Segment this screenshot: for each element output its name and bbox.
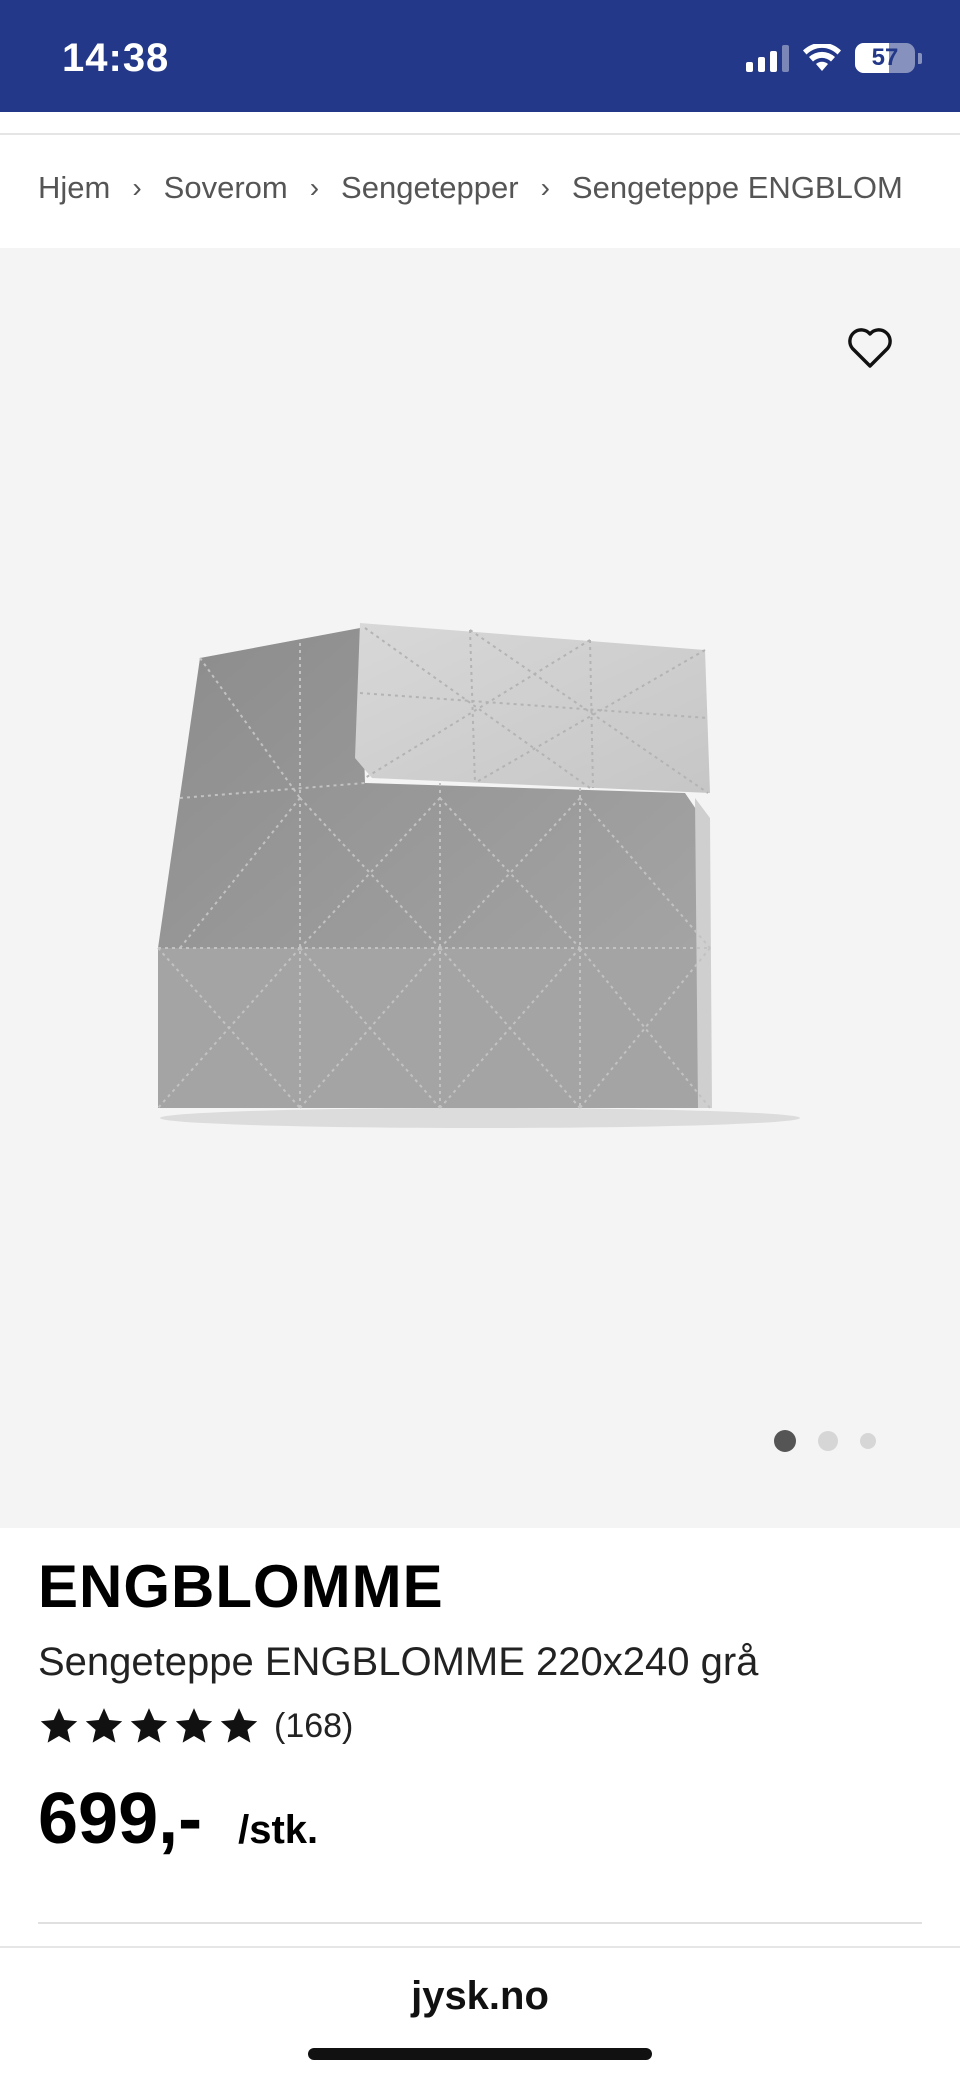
carousel-dot[interactable] [860,1433,876,1449]
url-text[interactable]: jysk.no [0,1974,960,2019]
browser-url-bar[interactable]: jysk.no [0,1946,960,2079]
product-rating[interactable]: (168) [38,1705,353,1747]
carousel-dot[interactable] [818,1431,838,1451]
battery-level: 57 [871,44,899,71]
battery-icon: 57 [855,43,915,73]
rating-stars [38,1705,260,1747]
price-unit: /stk. [238,1808,319,1852]
breadcrumb: Hjem › Soverom › Sengetepper › Sengetepp… [38,170,903,206]
chevron-right-icon: › [132,172,142,203]
product-brand: ENGBLOMME [38,1553,444,1620]
star-icon [40,1708,78,1743]
rating-count[interactable]: (168) [274,1707,353,1746]
breadcrumb-home[interactable]: Hjem [38,170,110,206]
status-time: 14:38 [62,36,170,80]
breadcrumb-sengetepper[interactable]: Sengetepper [341,170,519,206]
product-price: 699,- [38,1779,203,1859]
info-divider [38,1922,922,1924]
wifi-icon [803,44,841,71]
carousel-dots[interactable] [774,1430,876,1452]
breadcrumb-soverom[interactable]: Soverom [164,170,288,206]
heart-outline-icon [848,328,892,368]
price-row: 699,- /stk. [38,1778,318,1860]
status-bar: 14:38 57 [0,0,960,112]
status-icons: 57 [746,40,922,76]
favorite-button[interactable] [846,324,894,370]
carousel-dot-active[interactable] [774,1430,796,1452]
star-icon [220,1708,258,1743]
star-icon [130,1708,168,1743]
home-indicator[interactable] [308,2048,652,2060]
breadcrumb-current-product: Sengeteppe ENGBLOM [571,170,903,205]
battery-cap [918,52,922,64]
star-icon [85,1708,123,1743]
cellular-signal-icon [746,44,789,72]
header-divider [0,133,960,135]
chevron-right-icon: › [540,172,550,203]
chevron-right-icon: › [309,172,320,203]
product-name: Sengeteppe ENGBLOMME 220x240 grå [38,1640,759,1684]
product-gallery[interactable] [0,248,960,1528]
product-image [157,623,800,1128]
star-icon [175,1708,213,1743]
